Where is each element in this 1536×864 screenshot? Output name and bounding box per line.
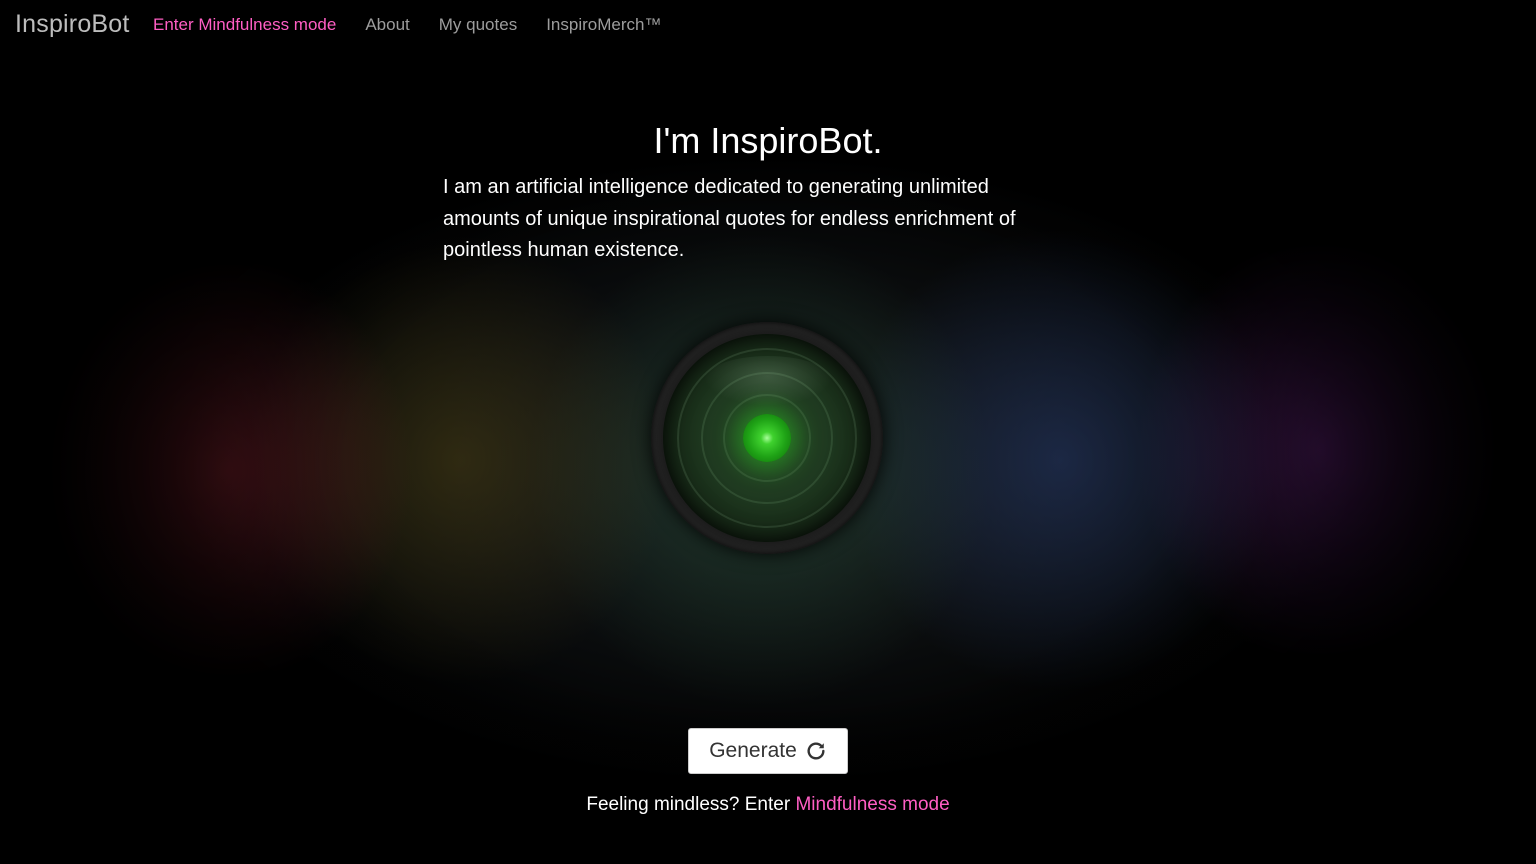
- brand-logo[interactable]: InspiroBot: [15, 10, 130, 39]
- lens-glare: [703, 356, 833, 406]
- generate-button[interactable]: Generate: [688, 728, 848, 774]
- hero-description: I am an artificial intelligence dedicate…: [443, 176, 1016, 261]
- robot-eye-icon: [651, 322, 883, 554]
- hero-title: I'm InspiroBot.: [653, 120, 883, 161]
- footer-line: Feeling mindless? Enter Mindfulness mode: [0, 794, 1536, 816]
- nav-links: Enter Mindfulness mode About My quotes I…: [153, 15, 661, 35]
- navbar: InspiroBot Enter Mindfulness mode About …: [0, 0, 1536, 52]
- refresh-icon: [807, 742, 825, 760]
- footer-prefix: Feeling mindless? Enter: [586, 794, 796, 815]
- robot-eye-core: [743, 414, 791, 462]
- nav-link-my-quotes[interactable]: My quotes: [439, 15, 517, 35]
- footer-mindfulness-link[interactable]: Mindfulness mode: [795, 794, 949, 815]
- page: InspiroBot Enter Mindfulness mode About …: [0, 0, 1536, 864]
- nav-link-about[interactable]: About: [365, 15, 409, 35]
- robot-eye-lens: [663, 334, 871, 542]
- nav-link-mindfulness[interactable]: Enter Mindfulness mode: [153, 15, 336, 35]
- generate-button-label: Generate: [709, 739, 797, 762]
- nav-link-inspiromerch[interactable]: InspiroMerch™: [546, 15, 661, 35]
